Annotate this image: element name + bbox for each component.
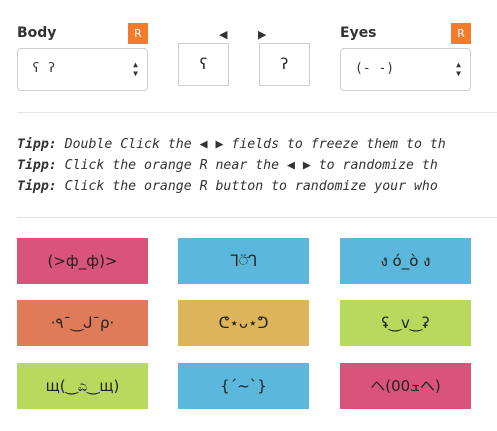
chevron-updown-icon: ▲ ▼ — [456, 60, 461, 78]
body-randomize-button[interactable]: R — [128, 23, 148, 44]
tip-line: Tipp: Double Click the ◀ ▶ fields to fre… — [17, 137, 446, 152]
right-arrow-icon: ▶ — [258, 28, 267, 41]
eyes-label: Eyes — [340, 25, 377, 41]
left-arrow-icon: ◀ — [219, 28, 228, 41]
face-button[interactable]: щ(‿ಎ‿щ) — [17, 363, 148, 409]
face-button[interactable]: ᕦ⋆ᴗ⋆ᕤ — [178, 300, 309, 346]
eyes-select-value: (- -) — [355, 61, 395, 76]
face-button[interactable]: ง ó_ò ง — [340, 238, 471, 284]
face-button[interactable]: {´~`} — [178, 363, 309, 409]
face-button[interactable]: ·٩¯‿ᒍ¯ρ· — [17, 300, 148, 346]
face-button[interactable]: ᒣ⍥̃ᒉ — [178, 238, 309, 284]
tip-line: Tipp: Click the orange R near the ◀ ▶ to… — [17, 158, 438, 173]
eyes-randomize-button[interactable]: R — [451, 23, 471, 44]
chevron-updown-icon: ▲ ▼ — [133, 60, 138, 78]
right-part-field[interactable]: ʔ — [259, 43, 310, 86]
body-select[interactable]: ʕ ʔ ▲ ▼ — [17, 48, 148, 91]
body-label: Body — [17, 25, 57, 41]
body-select-value: ʕ ʔ — [32, 61, 56, 76]
divider — [17, 112, 497, 113]
face-button[interactable]: (>ф_ф)> — [17, 238, 148, 284]
eyes-select[interactable]: (- -) ▲ ▼ — [340, 48, 471, 91]
tip-line: Tipp: Click the orange R button to rando… — [17, 179, 438, 194]
face-button[interactable]: ヘ(0ܫ0ヘ) — [340, 363, 471, 409]
face-button[interactable]: ʢ‿v‿ʡ — [340, 300, 471, 346]
left-part-field[interactable]: ʕ — [178, 43, 229, 86]
divider — [17, 217, 497, 218]
